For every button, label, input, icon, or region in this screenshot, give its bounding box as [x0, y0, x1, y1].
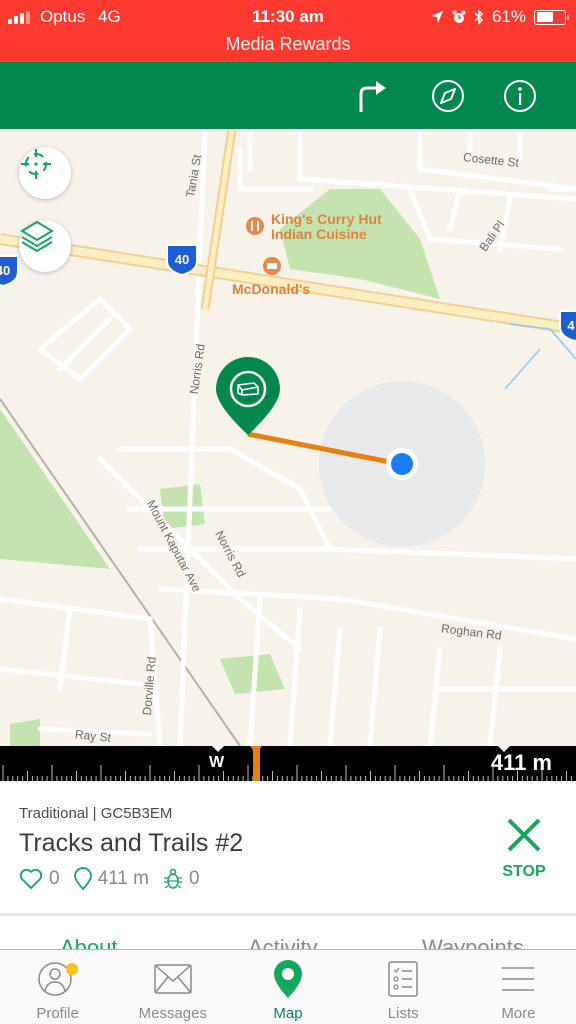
status-bar: Optus 4G 11:30 am 61% Media Rewards: [0, 0, 576, 62]
my-location-icon: [21, 149, 51, 179]
menu-icon: [502, 967, 535, 991]
highway-shield: 40: [166, 244, 198, 277]
tab-bar-more[interactable]: More: [461, 950, 576, 1024]
info-icon: [504, 80, 536, 112]
info-button[interactable]: [500, 76, 540, 116]
battery-icon: [534, 9, 569, 25]
cache-stats: 0 411 m 0: [19, 867, 214, 891]
layers-icon: [20, 220, 54, 252]
location-arrow-icon: [430, 11, 443, 23]
poi-label-kings-curry-hut[interactable]: King's Curry Hut Indian Cuisine: [271, 212, 382, 242]
lists-icon: [388, 961, 418, 997]
compass-ticks: [2, 765, 572, 781]
cache-type-code: Traditional | GC5B3EM: [19, 805, 173, 822]
compass-strip: W 411 m: [0, 746, 576, 781]
notification-badge: [65, 963, 78, 975]
battery-percent: 61%: [491, 7, 526, 26]
park-area: [10, 719, 40, 746]
tab-activity[interactable]: Activity: [248, 935, 318, 949]
directions-icon: [359, 81, 386, 112]
cache-detail-panel[interactable]: Traditional | GC5B3EM Tracks and Trails …: [0, 781, 576, 949]
bug-icon: [163, 868, 182, 889]
map-layers-button[interactable]: [19, 220, 71, 272]
tab-bar: Profile Messages Map Lists More: [0, 949, 576, 1024]
cache-name: Tracks and Trails #2: [19, 829, 244, 857]
stop-navigation-button[interactable]: STOP: [494, 817, 554, 881]
highway-shield: 4: [559, 310, 576, 343]
tab-bar-lists[interactable]: Lists: [346, 950, 461, 1024]
highway-shield-label: 4: [567, 318, 575, 333]
media-rewards-banner[interactable]: Media Rewards: [0, 34, 576, 55]
tab-bar-profile[interactable]: Profile: [0, 950, 115, 1024]
highway-shield-label: 40: [0, 263, 10, 278]
tab-about[interactable]: About: [60, 935, 118, 949]
west-pointer: [212, 746, 224, 752]
detail-tabs: About Activity Waypoints: [0, 931, 576, 949]
compass-heading-label: W: [209, 754, 225, 771]
tab-waypoints[interactable]: Waypoints: [422, 935, 524, 949]
heart-icon: [19, 868, 43, 889]
compass-icon: [432, 80, 464, 112]
bluetooth-icon: [474, 9, 484, 25]
restaurant-icon: [246, 217, 264, 235]
favorites-stat: 0: [19, 868, 60, 890]
map-view[interactable]: 40 40 4 Tania St Cosette St Bali Pl No: [0, 129, 576, 746]
highway-shield: 40: [0, 255, 19, 288]
divider: [0, 913, 576, 916]
poi-label-mcdonalds[interactable]: McDonald's: [232, 282, 310, 297]
location-pin-icon: [73, 867, 92, 891]
tab-bar-map[interactable]: Map: [230, 950, 345, 1024]
messages-icon: [154, 964, 192, 994]
heading-marker: [250, 746, 262, 781]
map-pin-icon: [274, 960, 302, 998]
stop-label: STOP: [502, 863, 546, 880]
alarm-icon: [452, 10, 466, 23]
distance-readout: 411 m: [490, 750, 552, 775]
user-location-dot: [391, 453, 413, 475]
trackables-stat: 0: [163, 868, 200, 890]
nav-bar: [0, 62, 576, 129]
highway-shield-label: 40: [175, 252, 189, 267]
tab-bar-messages[interactable]: Messages: [115, 950, 230, 1024]
directions-button[interactable]: [352, 76, 392, 116]
compass-button[interactable]: [428, 76, 468, 116]
close-icon: [507, 818, 541, 852]
traditional-cache-marker: [216, 357, 280, 435]
distance-stat: 411 m: [73, 867, 149, 891]
profile-icon: [37, 962, 78, 996]
my-location-button[interactable]: [19, 147, 71, 199]
waterway: [504, 348, 541, 390]
